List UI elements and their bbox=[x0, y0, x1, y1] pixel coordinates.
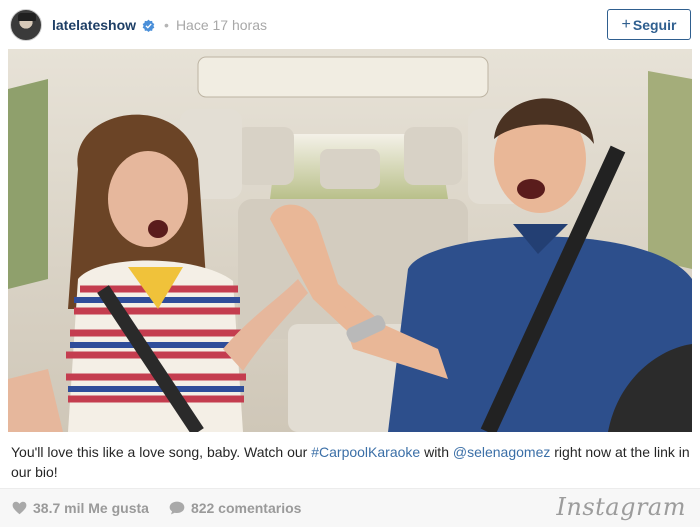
heart-icon bbox=[12, 501, 27, 515]
separator-dot: • bbox=[164, 17, 169, 33]
instagram-logo[interactable]: Instagram bbox=[556, 493, 686, 521]
post-timestamp[interactable]: Hace 17 horas bbox=[176, 17, 267, 33]
username-link[interactable]: latelateshow bbox=[52, 17, 136, 33]
post-caption: You'll love this like a love song, baby.… bbox=[11, 442, 691, 482]
likes-count[interactable]: 38.7 mil Me gusta bbox=[12, 500, 149, 516]
mention-link[interactable]: @selenagomez bbox=[453, 444, 551, 460]
follow-label: Seguir bbox=[632, 16, 677, 33]
caption-text: with bbox=[420, 444, 453, 460]
post-header: latelateshow • Hace 17 horas + Seguir bbox=[0, 0, 700, 50]
likes-label: 38.7 mil Me gusta bbox=[33, 500, 149, 516]
post-footer: 38.7 mil Me gusta 822 comentarios Instag… bbox=[0, 488, 700, 527]
avatar[interactable] bbox=[10, 9, 42, 41]
carpool-karaoke-photo bbox=[8, 49, 692, 432]
comment-bubble-icon bbox=[169, 501, 185, 515]
comments-label: 822 comentarios bbox=[190, 500, 302, 516]
caption-text: You'll love this like a love song, baby.… bbox=[11, 444, 312, 460]
verified-badge-icon bbox=[142, 19, 155, 32]
comments-count[interactable]: 822 comentarios bbox=[169, 500, 302, 516]
plus-icon: + bbox=[621, 15, 631, 33]
post-photo[interactable] bbox=[8, 49, 692, 432]
hashtag-link[interactable]: #CarpoolKaraoke bbox=[311, 444, 420, 460]
follow-button[interactable]: + Seguir bbox=[607, 9, 691, 40]
